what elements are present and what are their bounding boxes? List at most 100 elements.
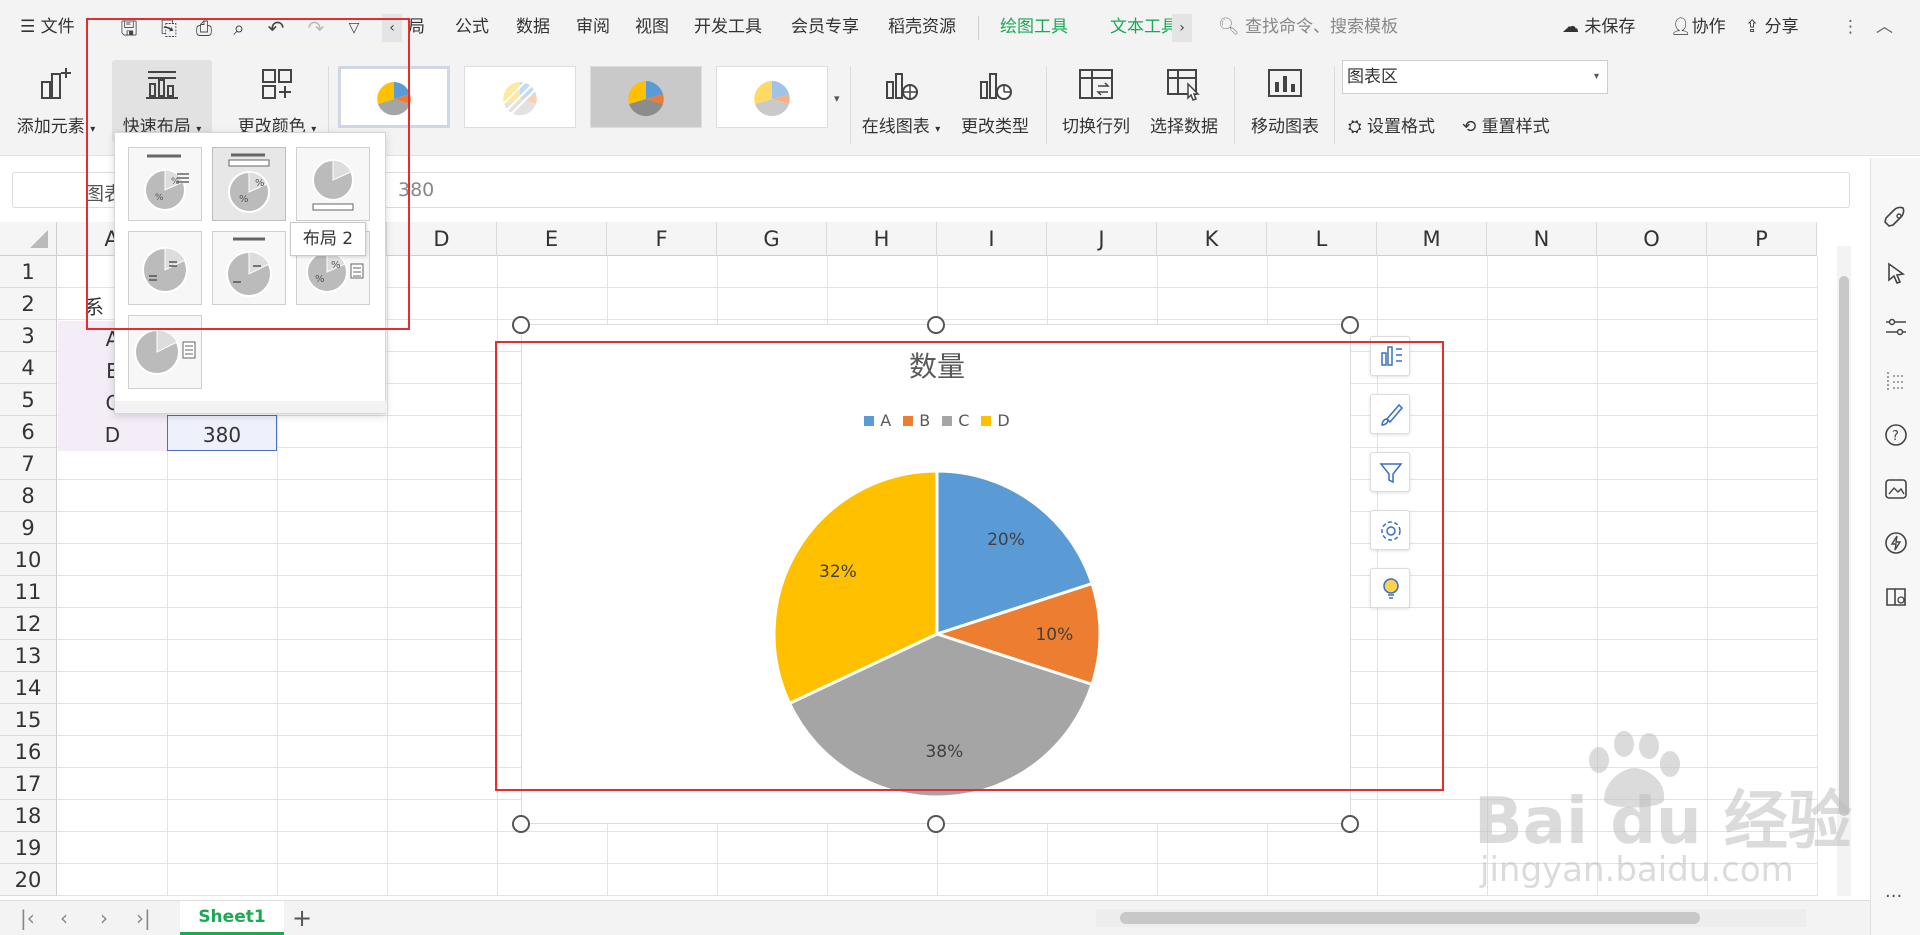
help-icon[interactable]: ? — [1883, 422, 1909, 448]
unsaved-status[interactable]: ☁ 未保存 — [1562, 15, 1635, 39]
resize-handle[interactable] — [1341, 316, 1359, 334]
cell-b6[interactable]: 380 — [167, 420, 277, 450]
column-header-k[interactable]: K — [1157, 222, 1267, 256]
svg-text:?: ? — [1892, 429, 1899, 444]
horizontal-scrollbar[interactable] — [1096, 909, 1806, 927]
reset-style-button[interactable]: ⟲ 重置样式 — [1462, 112, 1550, 137]
gallery-expand-icon[interactable]: ▾ — [834, 92, 840, 105]
resize-handle[interactable] — [927, 815, 945, 833]
resize-handle[interactable] — [1341, 815, 1359, 833]
resize-handle[interactable] — [512, 815, 530, 833]
grid-row-line — [57, 895, 1817, 896]
last-sheet-icon[interactable]: ›| — [136, 907, 151, 929]
collapse-ribbon-icon[interactable]: ︿ — [1876, 15, 1893, 39]
next-sheet-icon[interactable]: › — [100, 907, 108, 929]
row-header-13[interactable]: 13 — [0, 640, 57, 672]
lightning-icon[interactable] — [1883, 530, 1909, 556]
add-sheet-icon[interactable]: + — [292, 906, 312, 930]
row-header-20[interactable]: 20 — [0, 864, 57, 896]
row-header-7[interactable]: 7 — [0, 448, 57, 480]
row-header-14[interactable]: 14 — [0, 672, 57, 704]
tab-docer[interactable]: 稻壳资源 — [888, 15, 956, 39]
row-header-12[interactable]: 12 — [0, 608, 57, 640]
rocket-icon[interactable] — [1883, 206, 1909, 232]
row-header-17[interactable]: 17 — [0, 768, 57, 800]
sliders-icon[interactable] — [1883, 314, 1909, 340]
chart-style-2[interactable] — [464, 66, 576, 128]
online-chart-icon — [886, 73, 918, 100]
row-header-8[interactable]: 8 — [0, 480, 57, 512]
row-header-6[interactable]: 6 — [0, 416, 57, 448]
resize-handle[interactable] — [512, 316, 530, 334]
resize-handle[interactable] — [927, 316, 945, 334]
column-header-f[interactable]: F — [607, 222, 717, 256]
tab-view[interactable]: 视图 — [635, 15, 669, 39]
tab-member[interactable]: 会员专享 — [791, 15, 859, 39]
gallery-icon[interactable] — [1883, 476, 1909, 502]
column-header-o[interactable]: O — [1597, 222, 1707, 256]
tab-developer[interactable]: 开发工具 — [694, 15, 762, 39]
tab-text-tools[interactable]: 文本工具 — [1110, 15, 1176, 39]
horizontal-scroll-thumb[interactable] — [1120, 912, 1700, 924]
select-all-corner[interactable] — [0, 222, 57, 256]
column-header-m[interactable]: M — [1377, 222, 1487, 256]
divider — [1334, 66, 1335, 144]
row-header-4[interactable]: 4 — [0, 352, 57, 384]
row-header-15[interactable]: 15 — [0, 704, 57, 736]
row-header-9[interactable]: 9 — [0, 512, 57, 544]
sheet-tab-sheet1[interactable]: Sheet1 — [180, 901, 284, 935]
tab-page-layout[interactable]: 局 — [408, 15, 425, 39]
set-format-button[interactable]: ⛭ 设置格式 — [1348, 112, 1435, 137]
column-header-n[interactable]: N — [1487, 222, 1597, 256]
row-header-5[interactable]: 5 — [0, 384, 57, 416]
corner-triangle-icon — [30, 230, 48, 248]
row-header-16[interactable]: 16 — [0, 736, 57, 768]
chart-element-select[interactable]: 图表区 ▾ — [1342, 60, 1608, 94]
row-header-19[interactable]: 19 — [0, 832, 57, 864]
more-options-icon[interactable]: ··· — [1885, 886, 1902, 907]
search-box[interactable]: 🔍︎ 查找命令、搜索模板 — [1218, 15, 1398, 39]
column-header-h[interactable]: H — [827, 222, 937, 256]
prev-sheet-icon[interactable]: ‹ — [60, 907, 68, 929]
move-chart-icon — [1268, 69, 1302, 97]
transform-icon[interactable] — [1883, 368, 1909, 394]
chart-style-4[interactable] — [716, 66, 828, 128]
chart-style-3[interactable] — [590, 66, 702, 128]
first-sheet-icon[interactable]: |‹ — [20, 907, 35, 929]
move-chart-button[interactable]: 移动图表 — [1242, 60, 1328, 142]
row-header-1[interactable]: 1 — [0, 256, 57, 288]
pie-style-thumbnail — [628, 81, 664, 117]
pie-style-thumbnail — [499, 76, 541, 116]
row-header-10[interactable]: 10 — [0, 544, 57, 576]
change-type-button[interactable]: 更改类型 — [952, 60, 1038, 142]
column-header-l[interactable]: L — [1267, 222, 1377, 256]
online-chart-button[interactable]: 在线图表 ▾ — [858, 60, 944, 142]
tab-draw-tools[interactable]: 绘图工具 — [1000, 15, 1068, 39]
tab-review[interactable]: 审阅 — [576, 15, 610, 39]
column-header-g[interactable]: G — [717, 222, 827, 256]
column-header-j[interactable]: J — [1047, 222, 1157, 256]
column-header-i[interactable]: I — [937, 222, 1047, 256]
more-icon[interactable]: ⋮ — [1842, 15, 1859, 39]
row-header-18[interactable]: 18 — [0, 800, 57, 832]
switch-row-col-button[interactable]: 切换行列 — [1054, 60, 1138, 142]
tab-formula[interactable]: 公式 — [455, 15, 489, 39]
row-header-3[interactable]: 3 — [0, 320, 57, 352]
cursor-icon[interactable] — [1883, 260, 1909, 286]
row-header-11[interactable]: 11 — [0, 576, 57, 608]
row-header-2[interactable]: 2 — [0, 288, 57, 320]
add-element-icon — [41, 68, 71, 99]
column-header-e[interactable]: E — [497, 222, 607, 256]
book-icon[interactable] — [1883, 584, 1909, 610]
column-header-p[interactable]: P — [1707, 222, 1817, 256]
cell-a6[interactable]: D — [58, 420, 167, 450]
vertical-scroll-thumb[interactable] — [1839, 276, 1849, 816]
search-icon: 🔍︎ — [1218, 17, 1240, 37]
switch-row-col-icon — [1079, 69, 1113, 99]
collab-button[interactable]: 👤︎协作 — [1670, 15, 1726, 39]
select-data-button[interactable]: 选择数据 — [1142, 60, 1226, 142]
file-menu[interactable]: ☰ 文件 — [20, 15, 75, 39]
share-button[interactable]: ⇪ 分享 — [1745, 15, 1799, 39]
scroll-right-icon[interactable]: › — [1172, 14, 1192, 42]
tab-data[interactable]: 数据 — [516, 15, 550, 39]
